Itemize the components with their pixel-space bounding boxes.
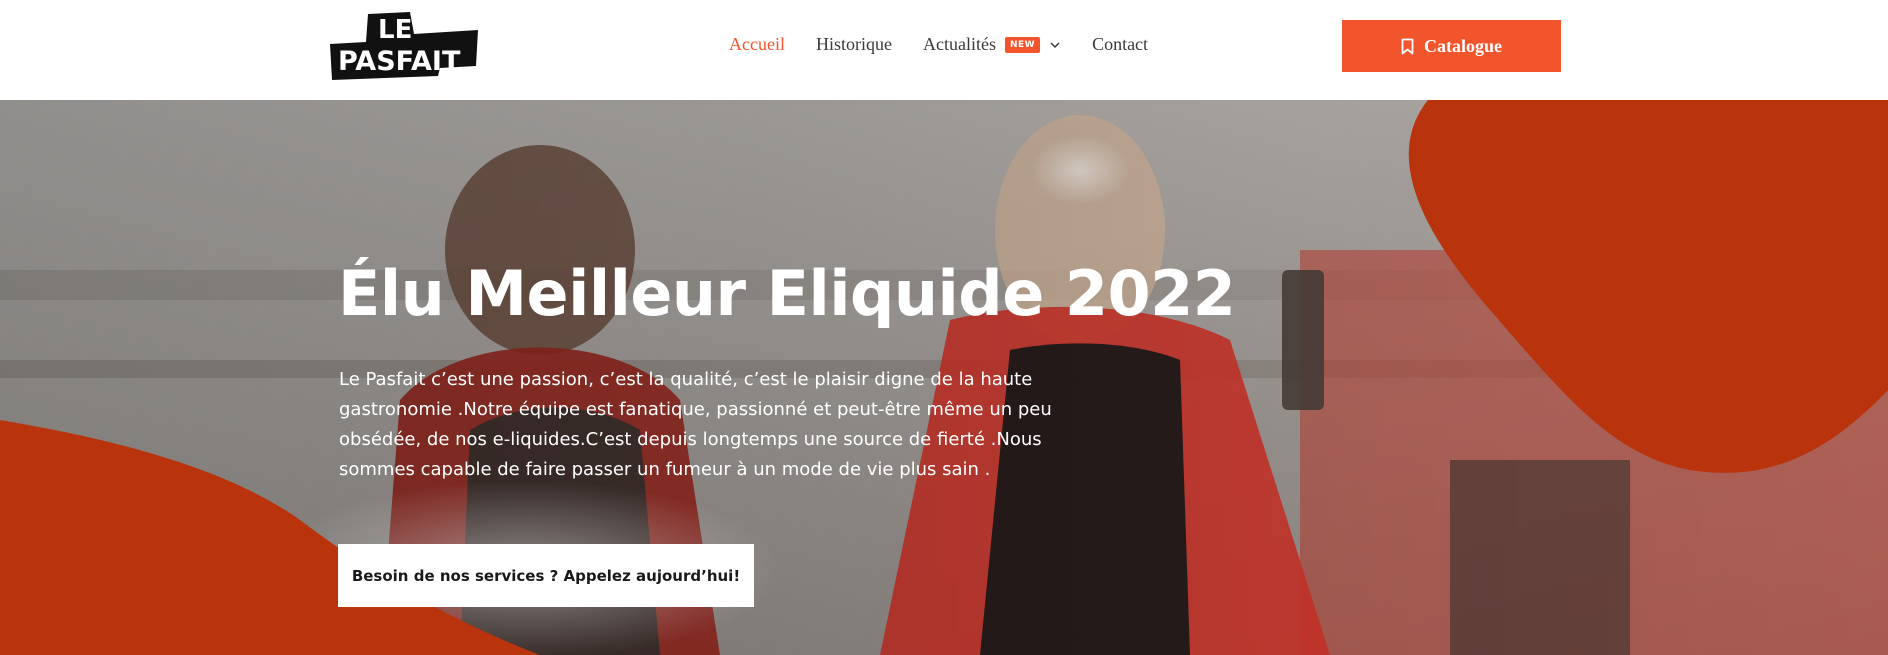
logo-line-2: PASFAIT [338,46,461,77]
decorative-blob-right [1408,100,1888,473]
hero-description: Le Pasfait c’est une passion, c’est la q… [339,369,1052,480]
nav-item-historique[interactable]: Historique [816,34,892,55]
site-header: LE PASFAIT Accueil Historique Actualités… [0,0,1888,100]
catalogue-button-label: Catalogue [1424,35,1502,56]
call-services-button[interactable]: Besoin de nos services ? Appelez aujourd… [338,544,754,607]
main-nav: Accueil Historique Actualités NEW Contac… [729,34,1148,55]
nav-item-contact[interactable]: Contact [1092,34,1148,55]
nav-item-label: Actualités [922,34,996,54]
nav-item-label: Contact [1092,34,1149,54]
nav-item-accueil[interactable]: Accueil [729,34,785,55]
hero-section: Élu Meilleur Eliquide 2022 Le Pasfait c’… [0,100,1888,655]
site-logo[interactable]: LE PASFAIT [328,10,480,82]
logo-graphic: LE PASFAIT [330,12,478,80]
catalogue-button[interactable]: Catalogue [1342,20,1561,72]
chevron-down-icon[interactable] [1049,39,1061,51]
nav-item-label: Historique [815,34,892,54]
logo-line-1: LE [378,15,412,45]
nav-item-actualites[interactable]: Actualités NEW [923,34,1061,55]
bookmark-icon [1401,38,1414,54]
new-badge: NEW [1004,36,1041,53]
hero-title: Élu Meilleur Eliquide 2022 [338,257,1236,330]
nav-item-label: Accueil [729,34,785,54]
